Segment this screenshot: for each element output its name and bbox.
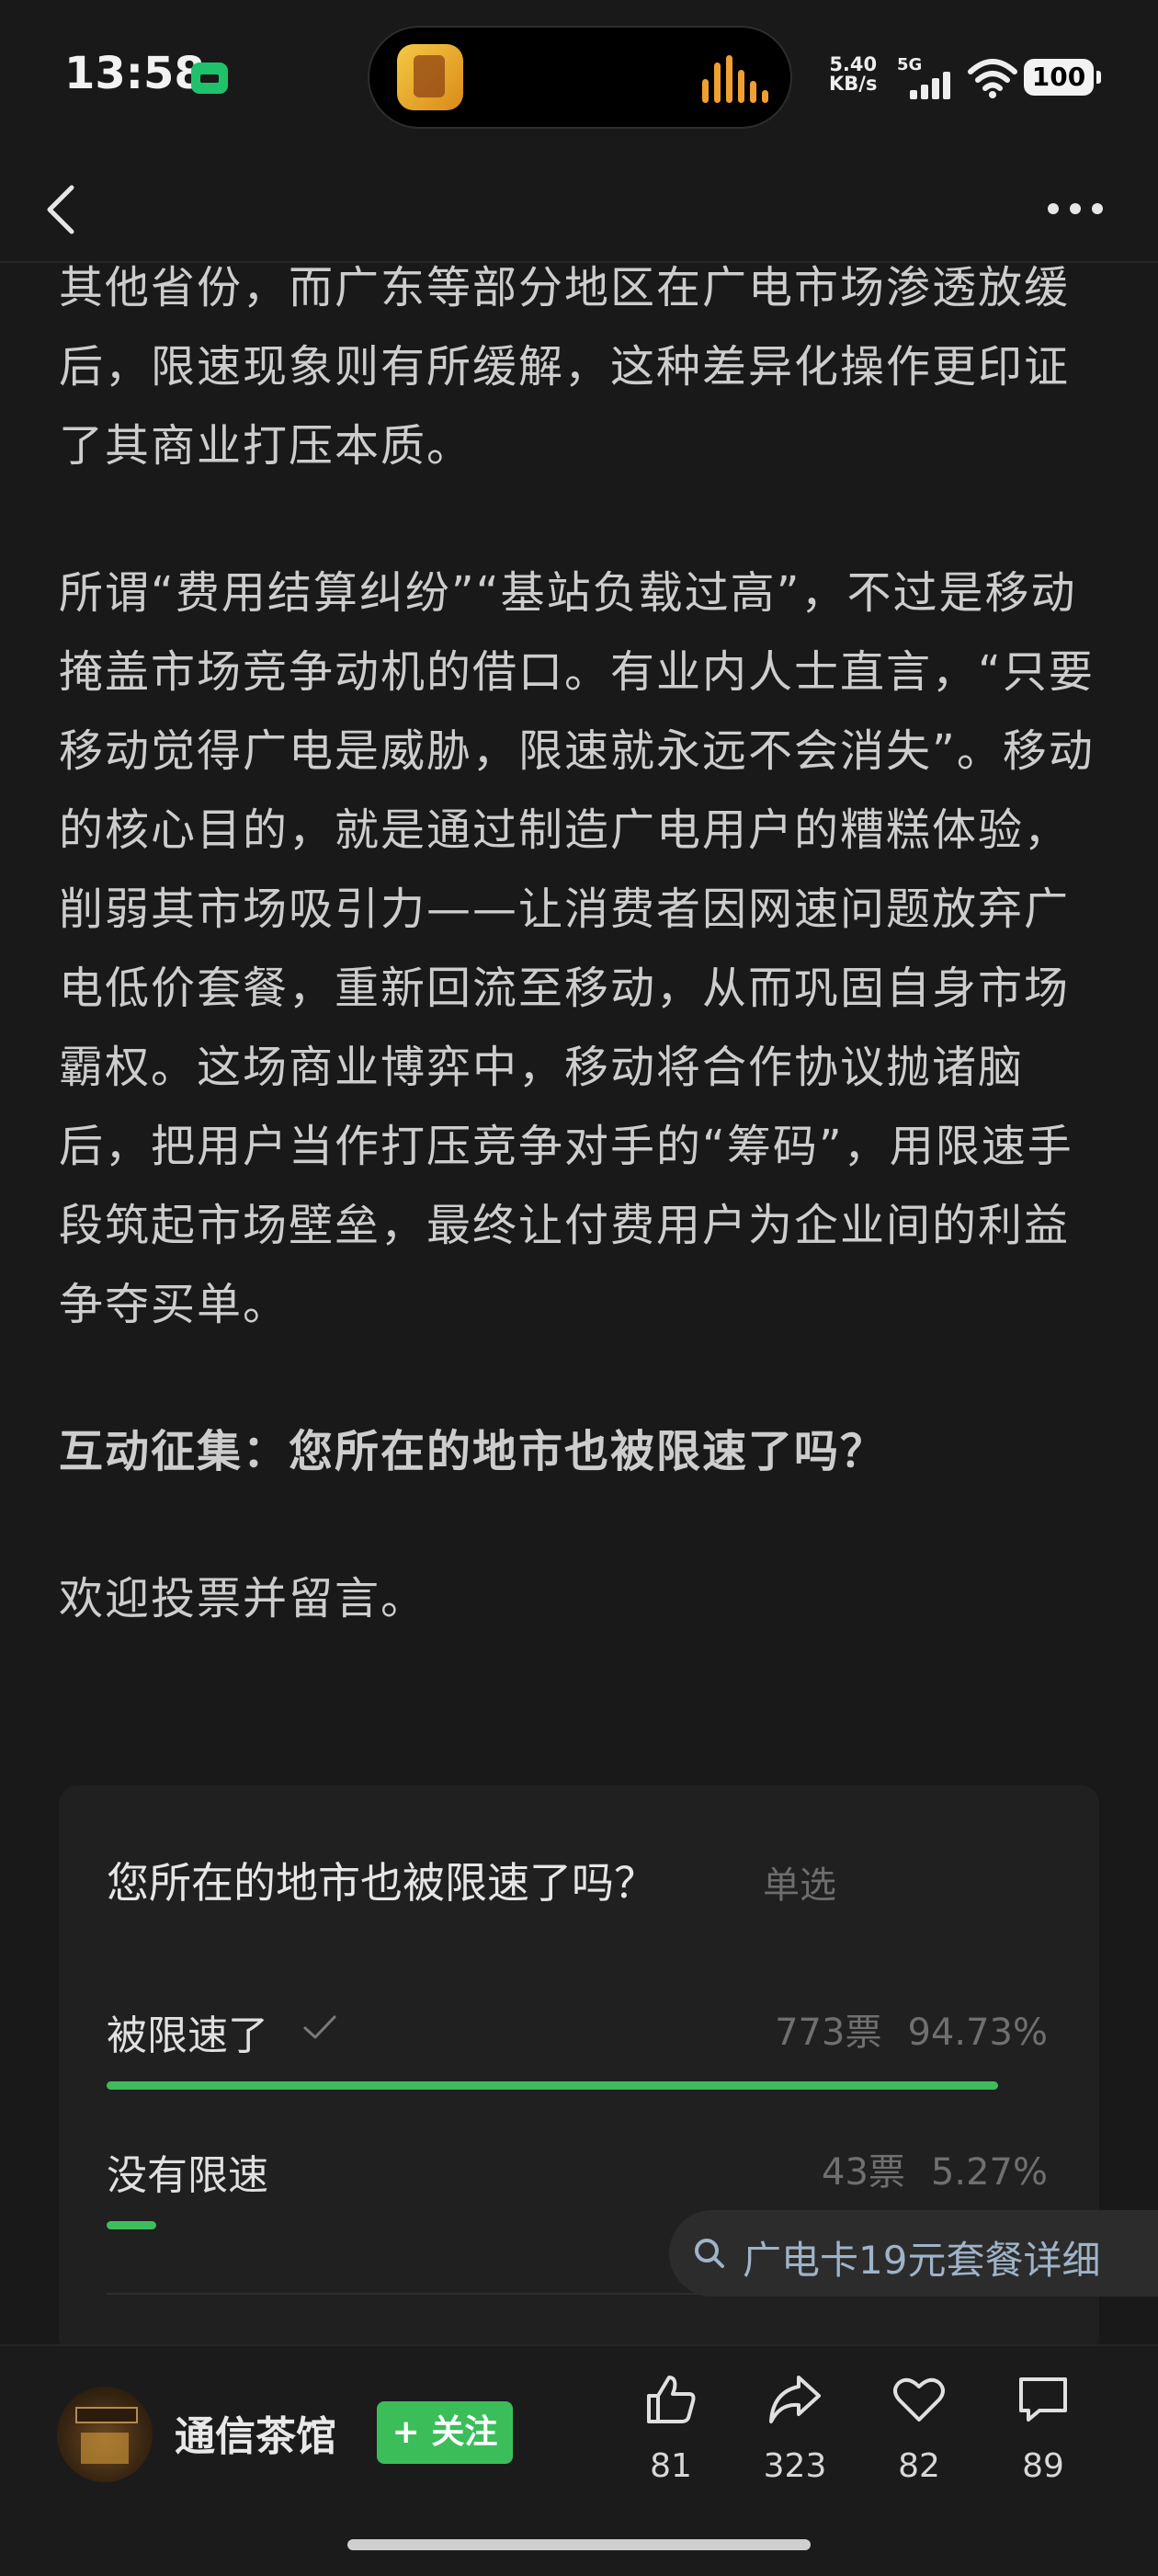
more-options-button[interactable] (1039, 177, 1112, 241)
article-paragraph: 欢迎投票并留言。 (59, 1573, 427, 1624)
back-button[interactable] (37, 177, 92, 241)
poll-result-bar (107, 2221, 156, 2229)
share-button[interactable]: 323 (749, 2370, 841, 2485)
thumbs-up-icon (647, 2376, 696, 2423)
poll-option-label: 被限速了 (107, 2012, 268, 2059)
chat-notification-icon (191, 63, 228, 94)
comment-bubble-icon (1019, 2377, 1067, 2422)
poll-option-stats: 43票 5.27% (822, 2142, 1048, 2195)
poll-option-votes: 43票 (822, 2151, 905, 2194)
author-avatar[interactable] (57, 2387, 153, 2482)
poll-option-stats: 773票 94.73% (775, 2002, 1048, 2056)
article-interaction-heading: 互动征集：您所在的地市也被限速了吗？ (59, 1426, 887, 1477)
favorite-count: 82 (898, 2447, 940, 2485)
article-body: 其他省份，而广东等部分地区在广电市场渗透放缓后，限速现象则有所缓解，这种差异化操… (59, 248, 1107, 1638)
cell-signal-icon (910, 70, 958, 99)
poll-option-label: 没有限速 (107, 2152, 268, 2199)
search-suggestion-text: 广电卡19元套餐详细 (743, 2238, 1101, 2283)
battery-indicator: 100 (1024, 59, 1101, 96)
poll-option[interactable]: 被限速了 773票 94.73% (107, 2002, 1048, 2122)
poll-option-percent: 94.73% (907, 2012, 1048, 2054)
comment-count: 89 (1022, 2447, 1064, 2485)
poll-option-votes: 773票 (775, 2012, 882, 2054)
comment-button[interactable]: 89 (997, 2370, 1089, 2485)
author-name[interactable]: 通信茶馆 (175, 2403, 336, 2462)
dynamic-island[interactable] (368, 26, 792, 129)
network-speed-value: 5.40 (829, 53, 878, 75)
search-suggestion-pill[interactable]: 广电卡19元套餐详细 (669, 2210, 1158, 2297)
share-arrow-icon (769, 2376, 821, 2423)
network-speed: 5.40 KB/s (829, 55, 877, 94)
checkmark-icon (303, 2015, 336, 2039)
status-bar: 13:58 5.40 KB/s 5G 100 (0, 0, 1158, 156)
poll-result-bar (107, 2081, 999, 2090)
like-count: 81 (650, 2447, 692, 2485)
favorite-button[interactable]: 82 (873, 2370, 965, 2485)
network-speed-unit: KB/s (829, 73, 878, 95)
now-playing-app-icon (397, 44, 463, 110)
article-paragraph: 其他省份，而广东等部分地区在广电市场渗透放缓后，限速现象则有所缓解，这种差异化操… (59, 262, 1071, 472)
chevron-left-icon (47, 185, 74, 234)
heart-icon (893, 2377, 945, 2422)
poll-option-percent: 5.27% (930, 2151, 1048, 2194)
bottom-action-bar: 通信茶馆 + 关注 81 323 82 89 (0, 2344, 1158, 2576)
home-indicator[interactable] (347, 2539, 811, 2550)
top-navigation (0, 156, 1158, 263)
more-dots-icon (1048, 203, 1103, 214)
article-paragraph: 所谓“费用结算纠纷”“基站负载过高”，不过是移动掩盖市场竞争动机的借口。有业内人… (59, 567, 1095, 1330)
share-count: 323 (763, 2447, 827, 2485)
poll-type-label: 单选 (763, 1864, 836, 1907)
follow-button[interactable]: + 关注 (377, 2401, 513, 2464)
wifi-icon (968, 59, 1017, 98)
search-icon (695, 2239, 724, 2268)
status-time: 13:58 (64, 48, 205, 99)
poll-question: 您所在的地市也被限速了吗？ (107, 1858, 656, 1908)
like-button[interactable]: 81 (625, 2370, 717, 2485)
audio-waveform-icon (702, 55, 768, 103)
